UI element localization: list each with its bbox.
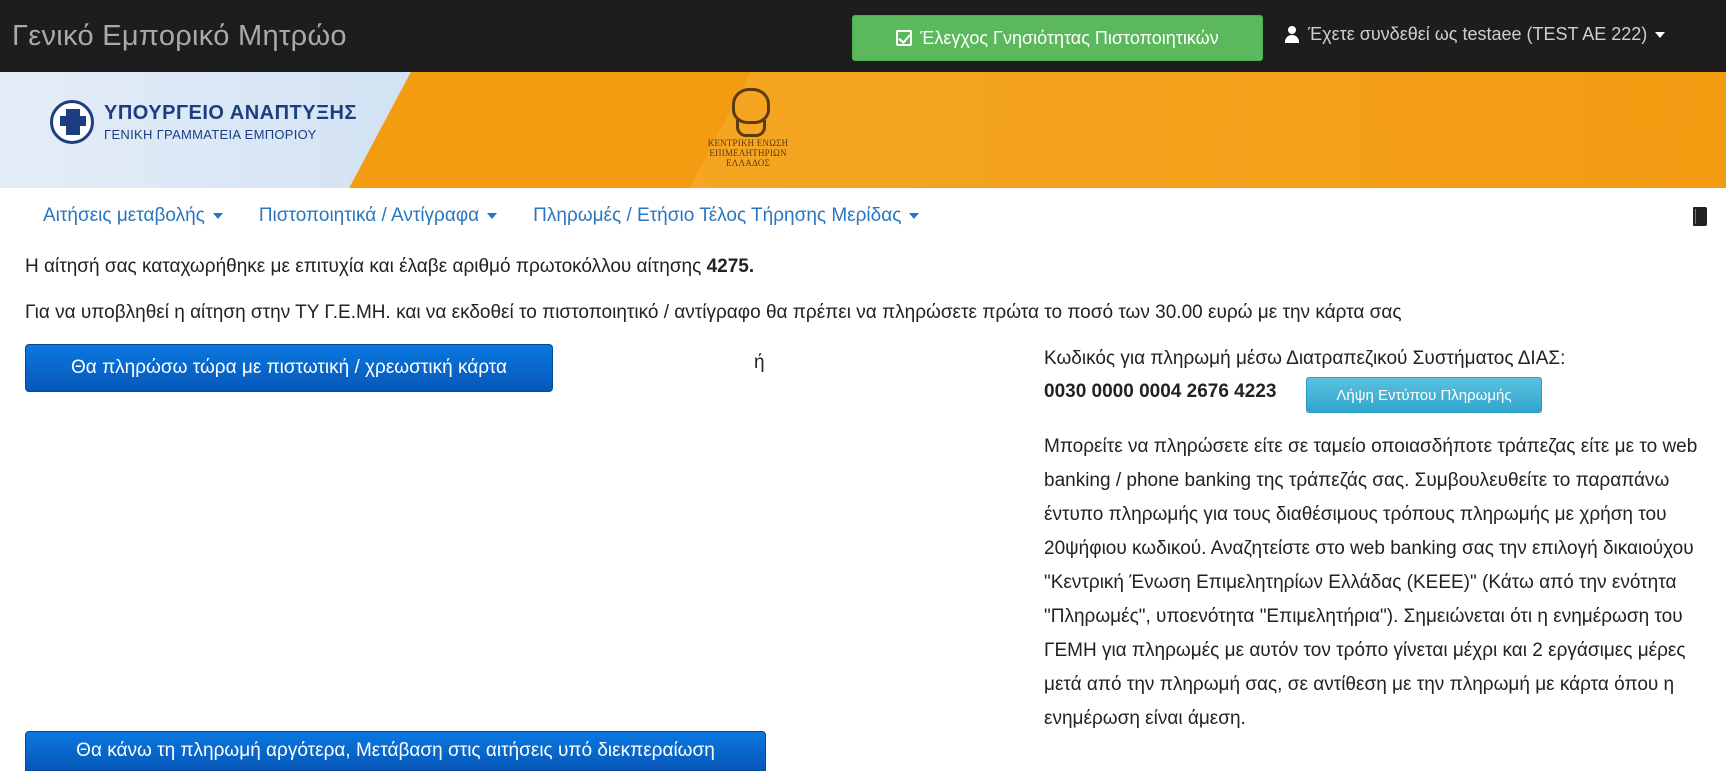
protocol-number: 4275. bbox=[706, 256, 755, 277]
pay-now-card-button[interactable]: Θα πληρώσω τώρα με πιστωτική / χρεωστική… bbox=[25, 344, 553, 392]
greek-coat-of-arms-icon bbox=[50, 100, 94, 144]
book-icon[interactable] bbox=[1693, 207, 1707, 226]
download-payment-form-button[interactable]: Λήψη Εντύπου Πληρωμής bbox=[1306, 377, 1542, 413]
nav-payments-annual-fee[interactable]: Πληρωμές / Ετήσιο Τέλος Τήρησης Μερίδας bbox=[533, 205, 920, 227]
user-icon bbox=[1284, 25, 1300, 44]
ministry-subtitle: ΓΕΝΙΚΗ ΓΡΑΜΜΑΤΕΙΑ ΕΜΠΟΡΙΟΥ bbox=[104, 127, 317, 142]
nav-change-requests[interactable]: Αιτήσεις μεταβολής bbox=[43, 205, 223, 227]
caret-down-icon bbox=[487, 213, 498, 219]
verify-certificates-label: Έλεγχος Γνησιότητας Πιστοποιητικών bbox=[920, 27, 1219, 48]
chamber-logo: ΚΕΝΤΡΙΚΗ ΕΝΩΣΗ ΕΠΙΜΕΛΗΤΗΡΙΩΝ ΕΛΛΑΔΟΣ bbox=[688, 86, 808, 168]
or-separator: ή bbox=[754, 352, 765, 373]
user-menu-label: Έχετε συνδεθεί ως testaee (TEST AE 222) bbox=[1308, 24, 1648, 44]
chamber-name: ΚΕΝΤΡΙΚΗ ΕΝΩΣΗ ΕΠΙΜΕΛΗΤΗΡΙΩΝ ΕΛΛΑΔΟΣ bbox=[707, 138, 789, 168]
app-title[interactable]: Γενικό Εμπορικό Μητρώο bbox=[12, 20, 347, 53]
header-banner: ΥΠΟΥΡΓΕΙΟ ΑΝΑΠΤΥΞΗΣ ΓΕΝΙΚΗ ΓΡΑΜΜΑΤΕΙΑ ΕΜ… bbox=[0, 72, 1726, 188]
hermes-head-icon bbox=[722, 86, 774, 138]
pay-later-button[interactable]: Θα κάνω τη πληρωμή αργότερα, Μετάβαση στ… bbox=[25, 731, 766, 771]
dias-instructions: Μπορείτε να πληρώσετε είτε σε ταμείο οπο… bbox=[1044, 436, 1698, 729]
success-message: Η αίτησή σας καταχωρήθηκε με επιτυχία κα… bbox=[25, 256, 755, 277]
nav-certificates-copies[interactable]: Πιστοποιητικά / Αντίγραφα bbox=[259, 205, 498, 227]
caret-down-icon bbox=[212, 213, 223, 219]
caret-down-icon bbox=[909, 213, 920, 219]
caret-down-icon bbox=[1655, 31, 1666, 38]
ministry-logo: ΥΠΟΥΡΓΕΙΟ ΑΝΑΠΤΥΞΗΣ ΓΕΝΙΚΗ ΓΡΑΜΜΑΤΕΙΑ ΕΜ… bbox=[50, 100, 357, 144]
verify-certificates-button[interactable]: Έλεγχος Γνησιότητας Πιστοποιητικών bbox=[852, 15, 1263, 61]
ministry-name: ΥΠΟΥΡΓΕΙΟ ΑΝΑΠΤΥΞΗΣ bbox=[104, 102, 357, 124]
secondary-nav: Αιτήσεις μεταβολής Πιστοποιητικά / Αντίγ… bbox=[43, 205, 920, 227]
dias-payment-code: 0030 0000 0004 2676 4223 bbox=[1044, 381, 1277, 402]
top-navbar: Γενικό Εμπορικό Μητρώο Έλεγχος Γνησιότητ… bbox=[0, 0, 1726, 72]
dias-code-label: Κωδικός για πληρωμή μέσω Διατραπεζικού Σ… bbox=[1044, 348, 1566, 369]
check-square-icon bbox=[896, 30, 913, 46]
payment-notice: Για να υποβληθεί η αίτηση στην ΤΥ Γ.Ε.ΜΗ… bbox=[25, 302, 1402, 323]
user-menu[interactable]: Έχετε συνδεθεί ως testaee (TEST AE 222) bbox=[1284, 24, 1666, 45]
